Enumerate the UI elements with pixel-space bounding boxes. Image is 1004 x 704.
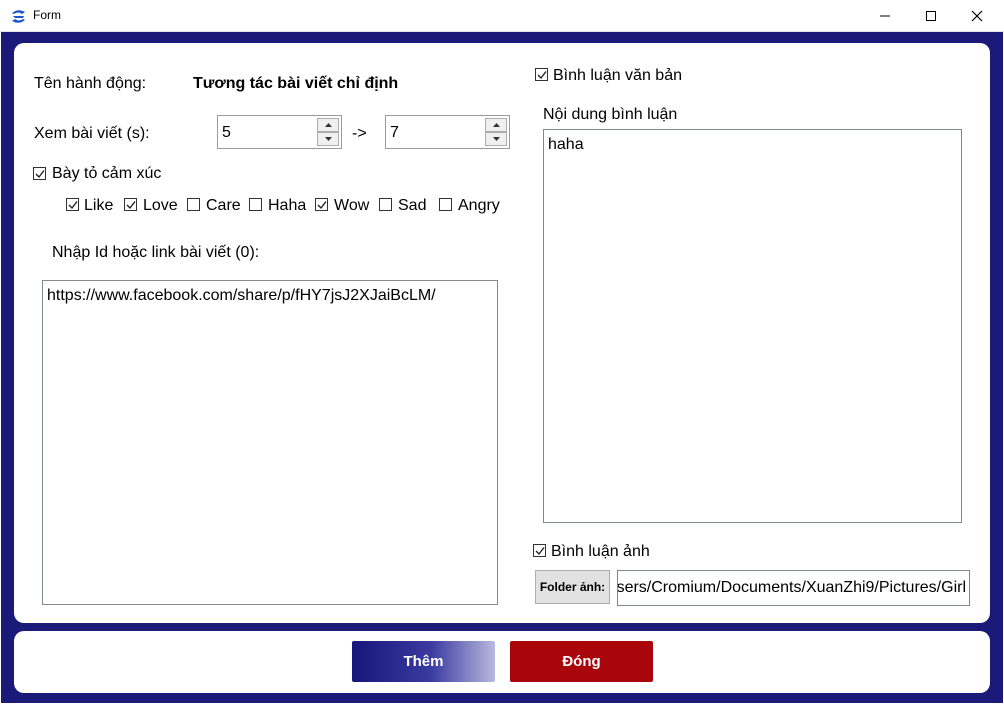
comment-content-textarea[interactable]: haha bbox=[543, 129, 962, 523]
app-logo-icon bbox=[12, 10, 25, 23]
view-time-to-stepper[interactable]: 7 bbox=[385, 115, 510, 149]
reaction-haha-label: Haha bbox=[268, 197, 307, 214]
view-time-to-down-button[interactable] bbox=[485, 132, 507, 146]
comment-image-checkbox[interactable] bbox=[533, 544, 546, 557]
comment-text-checkbox[interactable] bbox=[535, 68, 548, 81]
folder-button[interactable]: Folder ảnh: bbox=[535, 570, 610, 604]
view-time-to-up-button[interactable] bbox=[485, 118, 507, 132]
reactions-label: Bày tỏ cảm xúc bbox=[52, 165, 162, 182]
checkmark-icon bbox=[535, 547, 545, 556]
reaction-love-label: Love bbox=[143, 197, 178, 214]
comment-content-label: Nội dung bình luận bbox=[543, 106, 678, 123]
view-time-label: Xem bài viết (s): bbox=[34, 125, 150, 142]
reaction-sad-label: Sad bbox=[398, 197, 427, 214]
reaction-love-checkbox[interactable] bbox=[124, 198, 137, 211]
comment-image-label: Bình luận ảnh bbox=[551, 543, 650, 560]
footer-panel bbox=[14, 631, 990, 693]
reaction-angry-label: Angry bbox=[458, 197, 500, 214]
chevron-down-icon bbox=[493, 137, 500, 141]
close-window-button[interactable] bbox=[954, 0, 1000, 32]
reaction-like-checkbox[interactable] bbox=[66, 198, 79, 211]
comment-text-label: Bình luận văn bản bbox=[553, 67, 682, 84]
maximize-button[interactable] bbox=[908, 0, 954, 32]
reaction-haha-checkbox[interactable] bbox=[249, 198, 262, 211]
view-time-from-stepper[interactable]: 5 bbox=[217, 115, 342, 149]
add-button[interactable]: Thêm bbox=[352, 641, 495, 682]
minimize-button[interactable] bbox=[862, 0, 908, 32]
minimize-icon bbox=[880, 15, 890, 17]
checkmark-icon bbox=[317, 201, 327, 210]
folder-path-value: sers/Cromium/Documents/XuanZhi9/Pictures… bbox=[617, 579, 966, 596]
reactions-checkbox[interactable] bbox=[33, 167, 46, 180]
reaction-care-label: Care bbox=[206, 197, 241, 214]
view-time-from-down-button[interactable] bbox=[317, 132, 339, 146]
maximize-icon bbox=[926, 11, 936, 21]
title-bar: Form bbox=[0, 0, 1004, 32]
reaction-like-label: Like bbox=[84, 197, 114, 214]
action-label: Tên hành động: bbox=[34, 75, 147, 92]
checkmark-icon bbox=[126, 201, 136, 210]
reaction-care-checkbox[interactable] bbox=[187, 198, 200, 211]
reaction-sad-checkbox[interactable] bbox=[379, 198, 392, 211]
post-input-label: Nhập Id hoặc link bài viết (0): bbox=[52, 244, 260, 261]
view-time-to-value: 7 bbox=[390, 124, 399, 141]
view-time-from-value: 5 bbox=[222, 124, 231, 141]
chevron-down-icon bbox=[325, 137, 332, 141]
reaction-wow-checkbox[interactable] bbox=[315, 198, 328, 211]
checkmark-icon bbox=[537, 71, 547, 80]
post-links-value: https://www.facebook.com/share/p/fHY7jsJ… bbox=[47, 287, 436, 304]
view-time-from-up-button[interactable] bbox=[317, 118, 339, 132]
action-value: Tương tác bài viết chỉ định bbox=[193, 75, 399, 92]
checkmark-icon bbox=[68, 201, 78, 210]
reaction-angry-checkbox[interactable] bbox=[439, 198, 452, 211]
folder-path-input[interactable]: sers/Cromium/Documents/XuanZhi9/Pictures… bbox=[617, 570, 970, 606]
post-links-textarea[interactable]: https://www.facebook.com/share/p/fHY7jsJ… bbox=[42, 280, 498, 605]
close-button[interactable]: Đóng bbox=[510, 641, 653, 682]
checkmark-icon bbox=[35, 170, 45, 179]
window-title: Form bbox=[33, 8, 61, 22]
view-time-separator: -> bbox=[352, 125, 367, 142]
chevron-up-icon bbox=[325, 123, 332, 127]
reaction-wow-label: Wow bbox=[334, 197, 370, 214]
close-icon bbox=[971, 10, 983, 22]
chevron-up-icon bbox=[493, 123, 500, 127]
comment-content-value: haha bbox=[548, 136, 584, 153]
